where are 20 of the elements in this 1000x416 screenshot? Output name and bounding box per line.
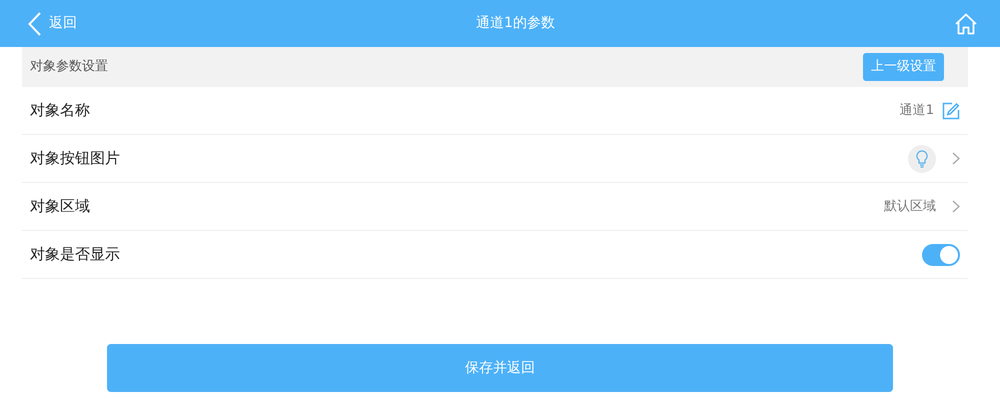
row-value: 默认区域 (884, 198, 936, 216)
page-title: 通道1的参数 (476, 14, 555, 33)
back-button[interactable]: 返回 (28, 12, 77, 36)
bulb-image[interactable] (908, 144, 936, 172)
row-value: 通道1 (900, 102, 934, 120)
chevron-right-icon (952, 200, 960, 213)
save-button[interactable]: 保存并返回 (107, 344, 893, 392)
home-icon (954, 12, 978, 36)
chevron-right-icon (952, 152, 960, 165)
row-label: 对象按钮图片 (30, 148, 120, 170)
section-title: 对象参数设置 (30, 58, 108, 76)
row-label: 对象是否显示 (30, 244, 120, 266)
parent-settings-button[interactable]: 上一级设置 (863, 53, 944, 81)
row-label: 对象名称 (30, 100, 90, 122)
visibility-toggle[interactable] (922, 244, 960, 266)
edit-icon (942, 102, 960, 120)
home-button[interactable] (954, 12, 978, 36)
row-label: 对象区域 (30, 196, 90, 218)
edit-button[interactable] (942, 102, 960, 120)
lightbulb-icon (916, 150, 928, 168)
